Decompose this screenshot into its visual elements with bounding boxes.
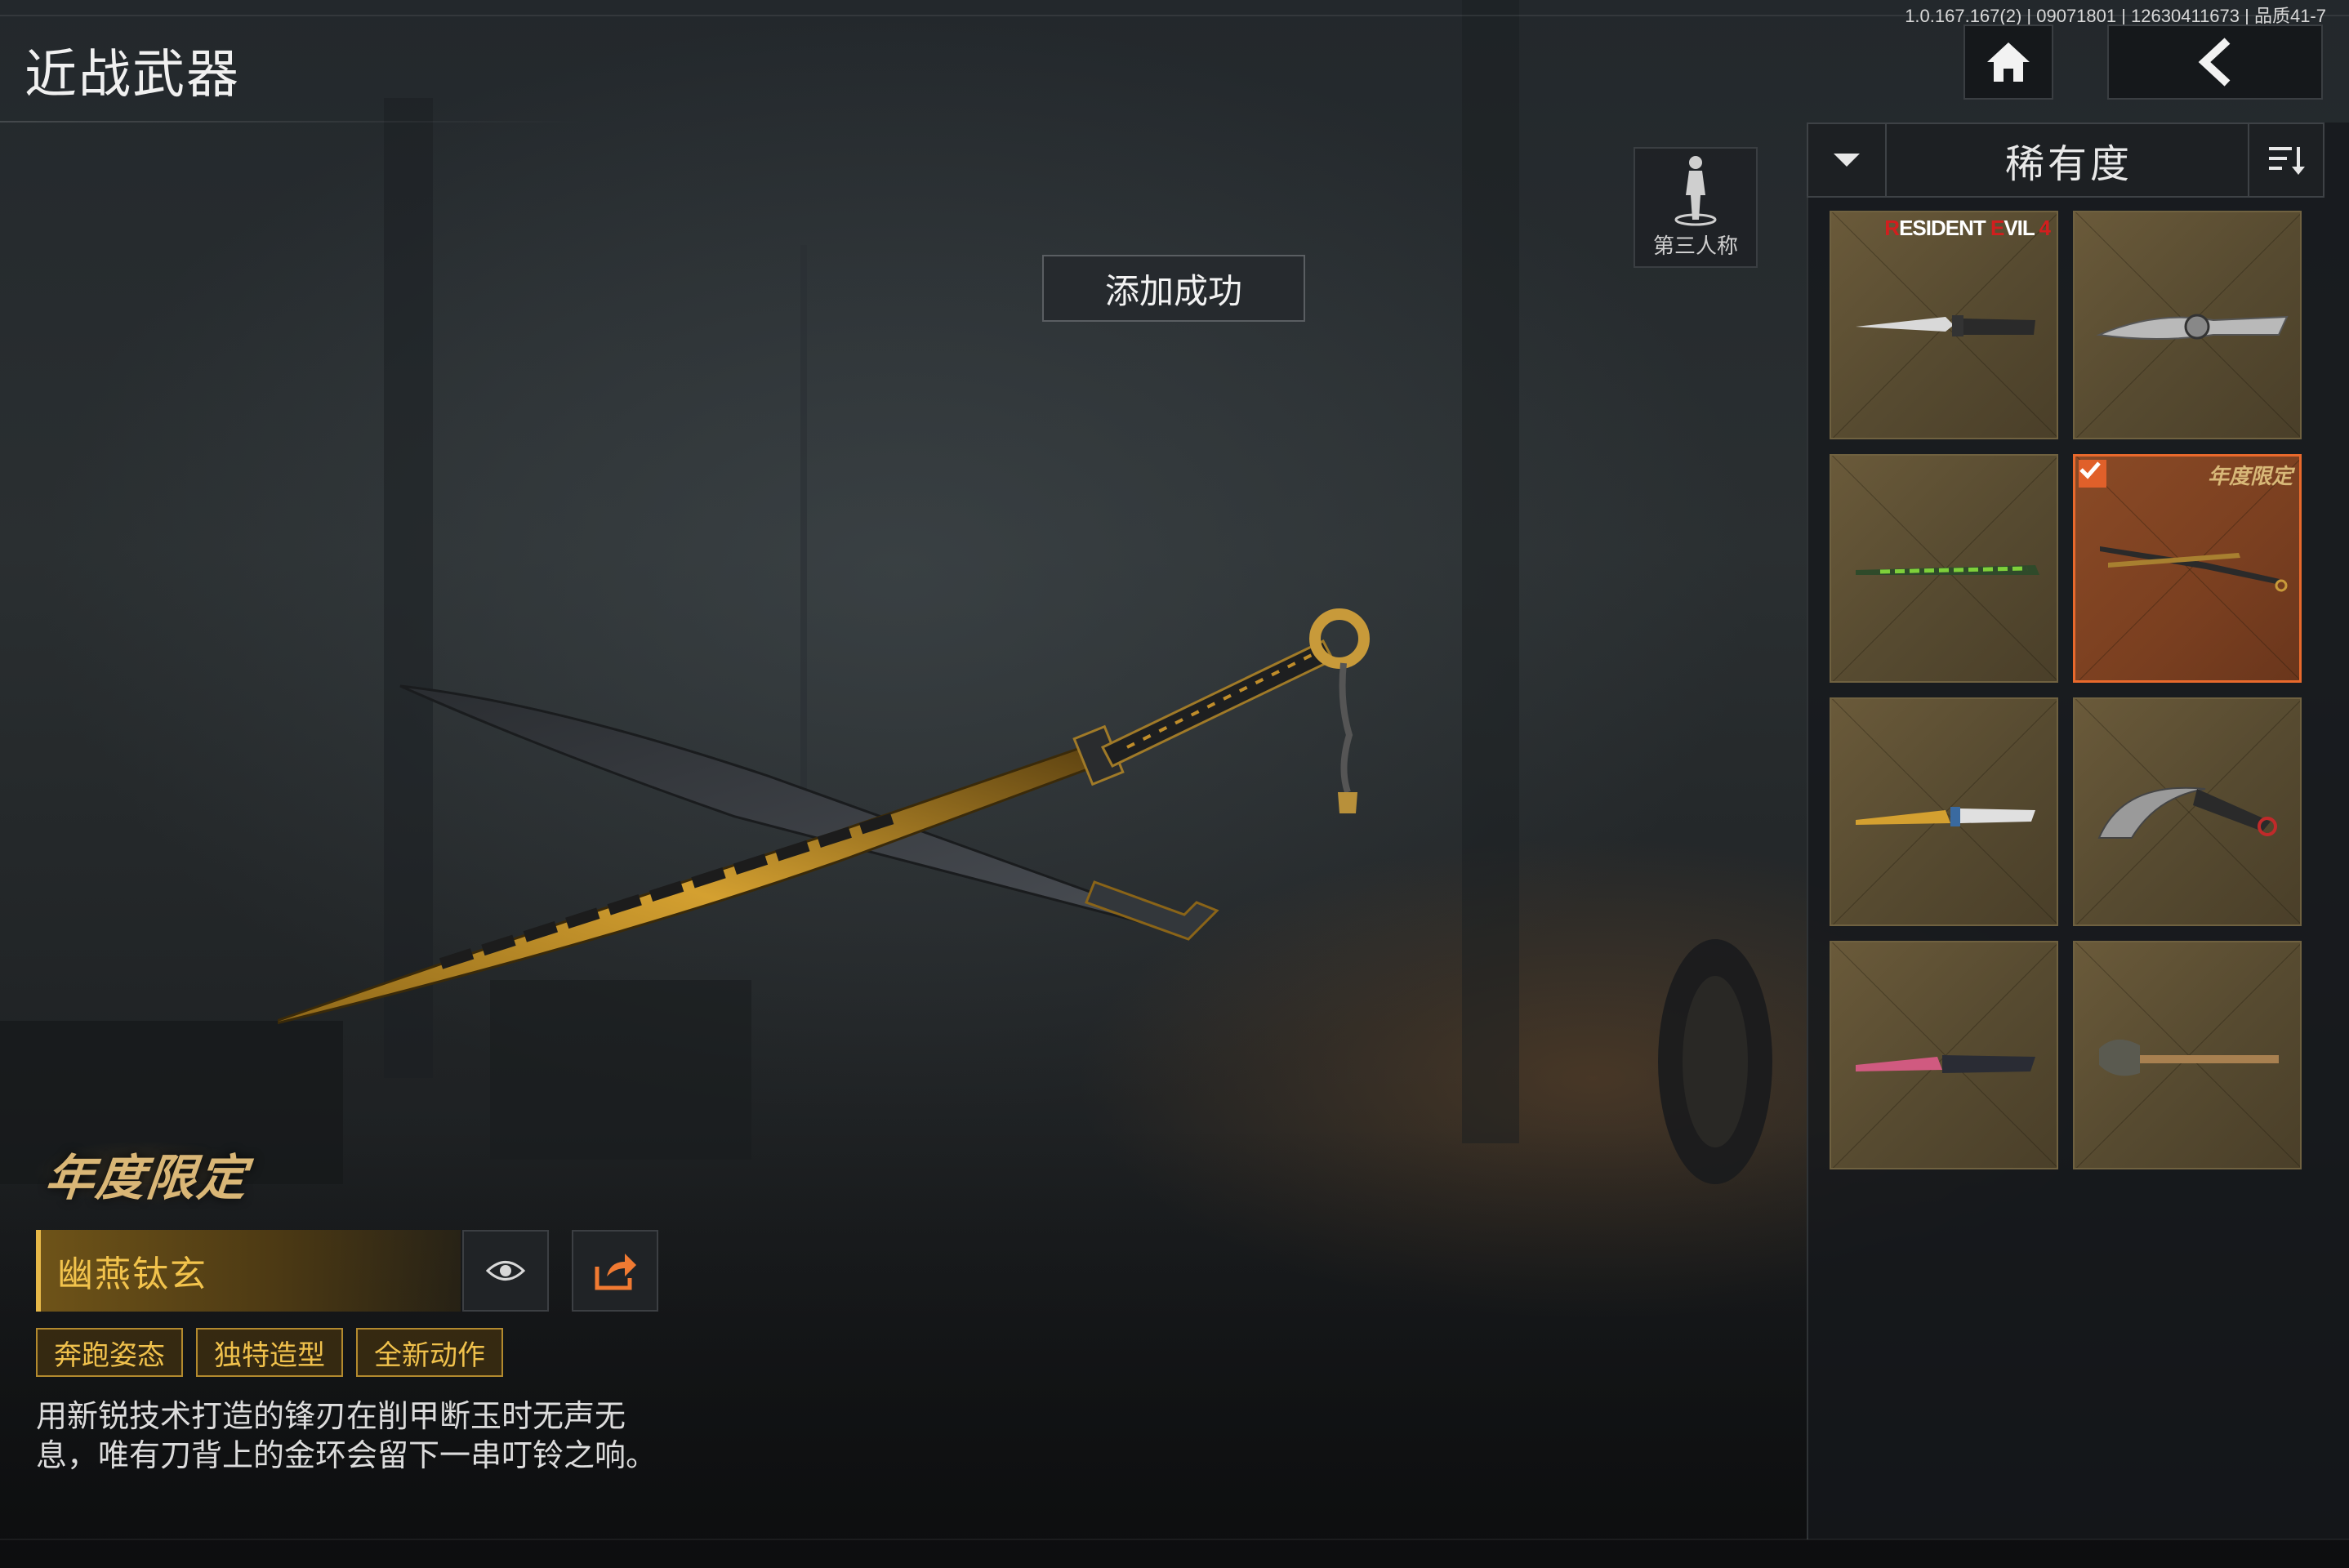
home-button[interactable] [1963,24,2053,100]
back-button[interactable] [2107,24,2323,100]
weapon-name-bar: 幽燕钛玄 [36,1230,461,1312]
title-divider [0,121,588,122]
weapon-name: 幽燕钛玄 [57,1254,207,1295]
weapon-preview[interactable] [278,572,1454,1062]
long-sword-icon [2100,546,2288,592]
item-card[interactable]: RESIDENT EVIL 4 [1830,211,2058,439]
collab-badge: RESIDENT EVIL 4 [1884,216,2051,240]
third-person-view-button[interactable]: 第三人称 [1634,147,1758,268]
feature-tag: 奔跑姿态 [36,1328,183,1377]
shovel-icon [2099,1039,2279,1076]
weapon-description: 用新锐技术打造的锋刃在削甲断玉时无声无息，唯有刀背上的金环会留下一串叮铃之响。 [36,1398,657,1473]
item-card[interactable] [2073,941,2302,1169]
ornate-dagger-icon [2096,314,2289,340]
item-card[interactable] [1830,697,2058,926]
sort-dropdown-button[interactable] [1808,124,1887,196]
feature-tag: 独特造型 [196,1328,343,1377]
sort-descending-icon [2269,147,2305,175]
feature-tags: 奔跑姿态 独特造型 全新动作 [36,1328,503,1377]
karambit-icon [2097,786,2277,839]
chevron-left-icon [2198,38,2231,87]
pink-knife-icon [1856,1055,2035,1073]
gold-knife-icon [1856,807,2035,826]
item-card-selected[interactable]: 年度限定 [2073,454,2302,683]
home-icon [1987,42,2030,82]
share-icon [595,1254,636,1290]
bottom-divider [0,1539,2349,1540]
toast-message: 添加成功 [1042,255,1305,322]
person-standing-icon [1674,156,1717,226]
share-button[interactable] [572,1230,658,1312]
item-card[interactable] [2073,211,2302,439]
preview-button[interactable] [462,1230,549,1312]
combat-knife-icon [1856,315,2035,336]
page-title: 近战武器 [25,45,240,105]
item-card[interactable] [1830,941,2058,1169]
view-mode-label: 第三人称 [1652,234,1738,259]
annual-limited-logo: 年度限定 [42,1150,252,1207]
eye-icon [486,1261,525,1281]
checkmark-icon [2079,460,2106,488]
chevron-down-icon [1834,154,1860,167]
sort-order-button[interactable] [2248,124,2323,196]
item-card[interactable] [1830,454,2058,683]
sort-label[interactable]: 稀有度 [1885,124,2253,196]
feature-tag: 全新动作 [356,1328,503,1377]
item-card[interactable] [2073,697,2302,926]
annual-limited-badge: 年度限定 [2207,465,2293,489]
sort-bar: 稀有度 [1807,122,2324,198]
green-blade-icon [1856,565,2039,575]
